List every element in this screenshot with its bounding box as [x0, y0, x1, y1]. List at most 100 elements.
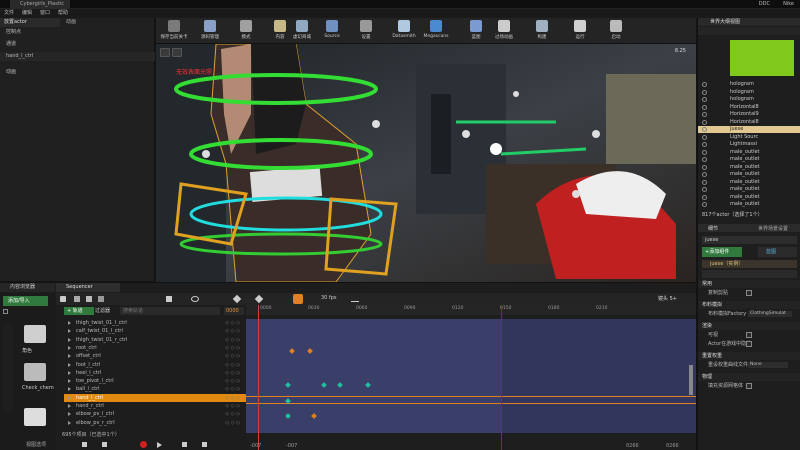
- track-row[interactable]: hand_r_ctrl ◇ ◇ ◇: [64, 402, 246, 410]
- visibility-eye-icon[interactable]: [702, 157, 707, 162]
- track-row[interactable]: elbow_pv_r_ctrl ◇ ◇ ◇: [64, 419, 246, 427]
- curve-editor-icon[interactable]: [351, 296, 359, 302]
- toolbar-play-button[interactable]: 运行: [566, 20, 594, 43]
- toolbar-launch-button[interactable]: 启动: [602, 20, 630, 43]
- fps-selector[interactable]: 30 fps: [321, 295, 337, 301]
- track-row[interactable]: root_ctrl ◇ ◇ ◇: [64, 344, 246, 352]
- expand-arrow-icon[interactable]: [68, 329, 71, 334]
- menu-help[interactable]: 帮助: [58, 9, 68, 18]
- visibility-eye-icon[interactable]: [702, 172, 707, 177]
- property-checkbox[interactable]: [746, 290, 752, 296]
- outliner-item[interactable]: male_outlet: [698, 171, 800, 178]
- toolbar-build-button[interactable]: 构建: [528, 20, 556, 43]
- outliner-item[interactable]: male_outlet: [698, 194, 800, 201]
- tab-details[interactable]: 细节: [708, 225, 718, 232]
- channels-row[interactable]: 通道: [0, 40, 155, 49]
- menu-edit[interactable]: 编辑: [22, 9, 32, 18]
- outliner-item[interactable]: Horizontal8: [698, 119, 800, 126]
- control-points-row[interactable]: 控制点: [0, 28, 155, 37]
- toolbar-save-button[interactable]: 保存当前关卡: [160, 20, 188, 43]
- menu-file[interactable]: 文件: [4, 9, 14, 18]
- asset-thumbnail-icon[interactable]: [24, 363, 46, 381]
- play-icon[interactable]: [157, 442, 162, 448]
- outliner-item[interactable]: Horizontal8: [698, 104, 800, 111]
- selected-control-row[interactable]: hand_l_ctrl: [0, 52, 155, 61]
- outliner-item[interactable]: male_outlet: [698, 156, 800, 163]
- toolbar-blueprint-button[interactable]: 蓝图: [462, 20, 490, 43]
- track-row[interactable]: offset_ctrl ◇ ◇ ◇: [64, 352, 246, 360]
- record-icon[interactable]: [140, 441, 147, 448]
- expand-arrow-icon[interactable]: [68, 345, 71, 350]
- visibility-eye-icon[interactable]: [702, 179, 707, 185]
- outliner-item[interactable]: male_outlet: [698, 179, 800, 186]
- step-forward-icon[interactable]: [182, 442, 187, 447]
- outliner-item[interactable]: hologram: [698, 96, 800, 103]
- visibility-eye-icon[interactable]: [702, 149, 707, 155]
- outliner-item[interactable]: male_outlet: [698, 149, 800, 156]
- asset-thumbnail-icon-2[interactable]: [24, 408, 46, 426]
- key-nav-icon[interactable]: ◇ ◇ ◇: [225, 352, 240, 360]
- curve-file-dropdown[interactable]: None: [748, 362, 788, 368]
- toolbar-settings-button[interactable]: 设置: [352, 20, 380, 43]
- playhead[interactable]: [258, 305, 259, 450]
- expand-arrow-icon[interactable]: [68, 370, 71, 375]
- key-nav-icon[interactable]: ◇ ◇ ◇: [225, 336, 240, 344]
- add-track-button[interactable]: + 轨道: [64, 307, 94, 315]
- expand-arrow-icon[interactable]: [68, 412, 71, 417]
- key-nav-icon[interactable]: ◇ ◇ ◇: [225, 385, 240, 393]
- menu-window[interactable]: 窗口: [40, 9, 50, 18]
- property-checkbox[interactable]: [746, 341, 752, 347]
- toolbar-modes-button[interactable]: 模式: [232, 20, 260, 43]
- key-nav-icon[interactable]: ◇ ◇ ◇: [225, 394, 240, 402]
- visibility-eye-icon[interactable]: [702, 187, 707, 192]
- outliner-search[interactable]: [698, 27, 800, 35]
- track-row[interactable]: foot_l_ctrl ◇ ◇ ◇: [64, 361, 246, 369]
- track-row[interactable]: thigh_twist_01_r_ctrl ◇ ◇ ◇: [64, 336, 246, 344]
- expand-arrow-icon[interactable]: [68, 404, 71, 408]
- key-nav-icon[interactable]: ◇ ◇ ◇: [225, 344, 240, 352]
- cloth-factory-dropdown[interactable]: ClothingSimulat: [748, 311, 792, 317]
- outliner-item[interactable]: hologram: [698, 81, 800, 88]
- component-row[interactable]: juese（实例）: [702, 260, 797, 268]
- key-nav-icon[interactable]: ◇ ◇ ◇: [225, 402, 240, 410]
- expand-arrow-icon[interactable]: [68, 354, 71, 359]
- expand-arrow-icon[interactable]: [68, 420, 71, 425]
- details-section-header[interactable]: 重置权重: [698, 352, 800, 360]
- visibility-eye-icon[interactable]: [702, 82, 707, 87]
- toolbar-source-button[interactable]: Source: [318, 20, 346, 43]
- track-row[interactable]: calf_twist_01_l_ctrl ◇ ◇ ◇: [64, 327, 246, 335]
- start-time[interactable]: -007: [250, 443, 261, 449]
- add-component-button[interactable]: +添加组件: [702, 247, 742, 257]
- key-nav-icon[interactable]: ◇ ◇ ◇: [225, 369, 240, 377]
- level-viewport[interactable]: 无效表面光照 8.25: [156, 44, 696, 282]
- visibility-eye-icon[interactable]: [702, 112, 707, 117]
- range-end-time[interactable]: 0266: [626, 443, 639, 449]
- view-options[interactable]: 视图选项: [26, 441, 46, 448]
- details-search[interactable]: [702, 270, 797, 278]
- tab-sequencer[interactable]: Sequencer: [56, 283, 120, 292]
- skip-back-icon[interactable]: [82, 442, 87, 447]
- visibility-eye-icon[interactable]: [702, 164, 707, 170]
- timeline-scrollbar[interactable]: [689, 365, 693, 395]
- outliner-item[interactable]: male_outlet: [698, 201, 800, 208]
- timeline[interactable]: 0000 0030 0060 0090 0120 0150 0180 0210 -007 -0…: [246, 305, 696, 450]
- tab-world-settings[interactable]: 世界场景设置: [758, 225, 788, 232]
- details-section-header[interactable]: 渲染: [698, 322, 800, 330]
- transform-icon[interactable]: [166, 296, 172, 302]
- key-nav-icon[interactable]: ◇ ◇ ◇: [225, 327, 240, 335]
- loop-icon[interactable]: [202, 442, 207, 447]
- property-checkbox[interactable]: [746, 383, 752, 389]
- time-ruler[interactable]: 0000 0030 0060 0090 0120 0150 0180 0210: [246, 305, 696, 315]
- toolbar-source-control-button[interactable]: 源码管理: [196, 20, 224, 43]
- track-row[interactable]: hand_l_ctrl ◇ ◇ ◇: [64, 393, 246, 402]
- step-back-icon[interactable]: [102, 442, 107, 447]
- visibility-eye-icon[interactable]: [702, 127, 707, 132]
- eye-icon[interactable]: [191, 296, 199, 302]
- visibility-eye-icon[interactable]: [702, 104, 707, 110]
- details-section-header[interactable]: 布料模拟: [698, 301, 800, 309]
- snap-icon[interactable]: [293, 294, 303, 304]
- key-nav-icon[interactable]: ◇ ◇ ◇: [225, 377, 240, 385]
- settings-icon[interactable]: [98, 296, 104, 302]
- track-search-input[interactable]: 搜索轨道: [120, 307, 220, 315]
- outliner-item[interactable]: male_outlet: [698, 164, 800, 171]
